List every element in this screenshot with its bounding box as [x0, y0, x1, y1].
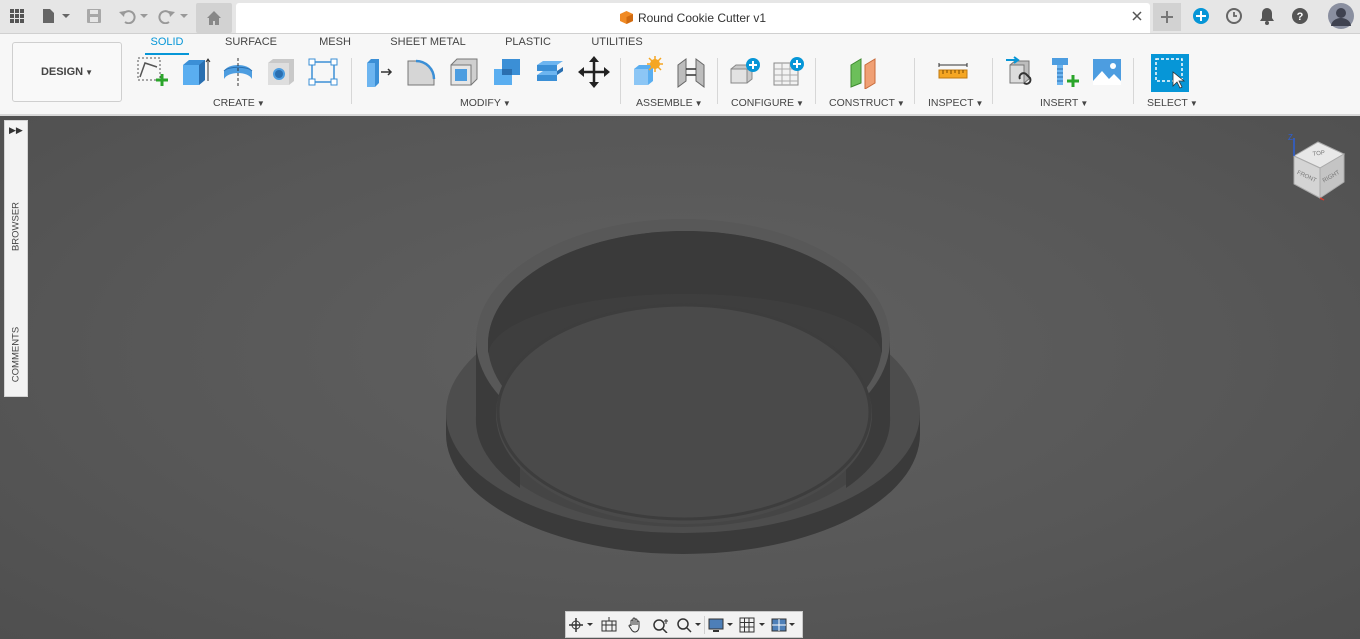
- measure-icon[interactable]: [935, 54, 971, 90]
- toolbar-ribbon: DESIGN ▼ SOLID SURFACE MESH SHEET METAL P…: [0, 34, 1360, 116]
- divider: [717, 58, 718, 104]
- group-configure[interactable]: CONFIGURE ▼: [731, 97, 804, 109]
- axis-z-label: Z: [1288, 133, 1293, 142]
- tab-plastic[interactable]: PLASTIC: [500, 36, 556, 53]
- split-body-icon[interactable]: [532, 54, 568, 90]
- chevron-down-icon: ▼: [256, 99, 265, 108]
- insert-derive-icon[interactable]: [1003, 54, 1039, 90]
- display-settings-icon[interactable]: [705, 612, 737, 637]
- tab-mesh[interactable]: MESH: [314, 36, 356, 53]
- group-construct-label: CONSTRUCT: [829, 97, 895, 109]
- fillet-icon[interactable]: [403, 54, 439, 90]
- user-avatar-icon[interactable]: [1327, 2, 1355, 30]
- zoom-icon[interactable]: [648, 612, 674, 637]
- tab-utilities[interactable]: UTILITIES: [588, 36, 646, 53]
- home-icon[interactable]: [196, 3, 232, 33]
- group-configure-label: CONFIGURE: [731, 97, 794, 109]
- fit-icon[interactable]: [674, 612, 704, 637]
- group-construct[interactable]: CONSTRUCT ▼: [829, 97, 905, 109]
- combine-icon[interactable]: [489, 54, 525, 90]
- group-inspect-label: INSPECT: [928, 97, 974, 109]
- group-assemble-label: ASSEMBLE: [636, 97, 693, 109]
- divider: [815, 58, 816, 104]
- save-icon[interactable]: [84, 5, 104, 27]
- canvas-viewport[interactable]: TOP FRONT RIGHT Z: [0, 116, 1360, 639]
- viewports-icon[interactable]: [769, 612, 799, 637]
- tab-sheet-metal[interactable]: SHEET METAL: [388, 36, 468, 53]
- revolve-icon[interactable]: [220, 54, 256, 90]
- undo-icon[interactable]: [116, 5, 150, 27]
- hole-icon[interactable]: [263, 54, 299, 90]
- shell-icon[interactable]: [446, 54, 482, 90]
- divider: [914, 58, 915, 104]
- divider: [1133, 58, 1134, 104]
- configurations-table-icon[interactable]: [770, 54, 806, 90]
- divider: [620, 58, 621, 104]
- file-icon[interactable]: [38, 5, 72, 27]
- new-component-icon[interactable]: [629, 54, 665, 90]
- group-create[interactable]: CREATE ▼: [213, 97, 265, 109]
- group-create-label: CREATE: [213, 97, 255, 109]
- tab-surface[interactable]: SURFACE: [222, 36, 280, 53]
- chevron-down-icon: ▼: [796, 99, 804, 108]
- workspace-switcher[interactable]: DESIGN ▼: [12, 42, 122, 102]
- chevron-down-icon: ▼: [975, 99, 984, 108]
- select-icon[interactable]: [1151, 54, 1189, 92]
- chevron-down-icon: ▼: [694, 99, 703, 108]
- document-icon: [619, 11, 633, 27]
- group-modify[interactable]: MODIFY ▼: [460, 97, 511, 109]
- press-pull-icon[interactable]: [360, 54, 396, 90]
- view-cube[interactable]: TOP FRONT RIGHT Z: [1284, 132, 1350, 204]
- svg-text:?: ?: [1297, 11, 1304, 23]
- close-icon[interactable]: [1130, 9, 1144, 23]
- pan-icon[interactable]: [622, 612, 648, 637]
- pattern-icon[interactable]: [305, 54, 341, 90]
- notifications-icon[interactable]: [1256, 5, 1278, 27]
- orbit-icon[interactable]: [566, 612, 596, 637]
- chevron-down-icon: ▼: [502, 99, 511, 108]
- group-insert[interactable]: INSERT ▼: [1040, 97, 1088, 109]
- group-inspect[interactable]: INSPECT ▼: [928, 97, 983, 109]
- chevron-down-icon: ▼: [1080, 99, 1089, 108]
- move-icon[interactable]: [576, 54, 612, 90]
- help-icon[interactable]: ?: [1289, 5, 1311, 27]
- document-tab[interactable]: Round Cookie Cutter v1: [236, 3, 1150, 33]
- change-parameters-icon[interactable]: [727, 54, 763, 90]
- insert-canvas-icon[interactable]: [1089, 54, 1125, 90]
- grid-icon[interactable]: [6, 5, 28, 27]
- group-modify-label: MODIFY: [460, 97, 501, 109]
- application-bar: Round Cookie Cutter v1 ?: [0, 0, 1360, 34]
- document-title: Round Cookie Cutter v1: [637, 11, 767, 25]
- chevron-down-icon: ▼: [896, 99, 905, 108]
- group-assemble[interactable]: ASSEMBLE ▼: [636, 97, 703, 109]
- redo-icon[interactable]: [156, 5, 190, 27]
- comments-tab[interactable]: COMMENTS: [11, 325, 22, 385]
- create-sketch-icon[interactable]: [134, 54, 170, 90]
- new-tab-icon[interactable]: [1153, 3, 1181, 31]
- insert-mcmaster-icon[interactable]: [1046, 54, 1082, 90]
- extrude-icon[interactable]: [177, 54, 213, 90]
- cookie-cutter-model[interactable]: [0, 116, 1360, 639]
- divider: [992, 58, 993, 104]
- expand-panel-icon[interactable]: ▶▶: [9, 125, 23, 136]
- navigation-bar: [565, 611, 803, 638]
- side-panel: ▶▶ BROWSER COMMENTS: [4, 120, 28, 397]
- extensions-icon[interactable]: [1190, 5, 1212, 27]
- divider: [351, 58, 352, 104]
- browser-tab[interactable]: BROWSER: [11, 197, 22, 257]
- group-select[interactable]: SELECT ▼: [1147, 97, 1198, 109]
- tab-solid[interactable]: SOLID: [145, 36, 189, 55]
- workspace-label: DESIGN: [40, 66, 84, 78]
- job-status-icon[interactable]: [1223, 5, 1245, 27]
- joint-icon[interactable]: [673, 54, 709, 90]
- look-at-icon[interactable]: [596, 612, 622, 637]
- grid-snaps-icon[interactable]: [737, 612, 769, 637]
- chevron-down-icon: ▼: [1189, 99, 1198, 108]
- group-select-label: SELECT: [1147, 97, 1188, 109]
- chevron-down-icon: ▼: [85, 67, 94, 77]
- offset-plane-icon[interactable]: [846, 54, 882, 90]
- group-insert-label: INSERT: [1040, 97, 1079, 109]
